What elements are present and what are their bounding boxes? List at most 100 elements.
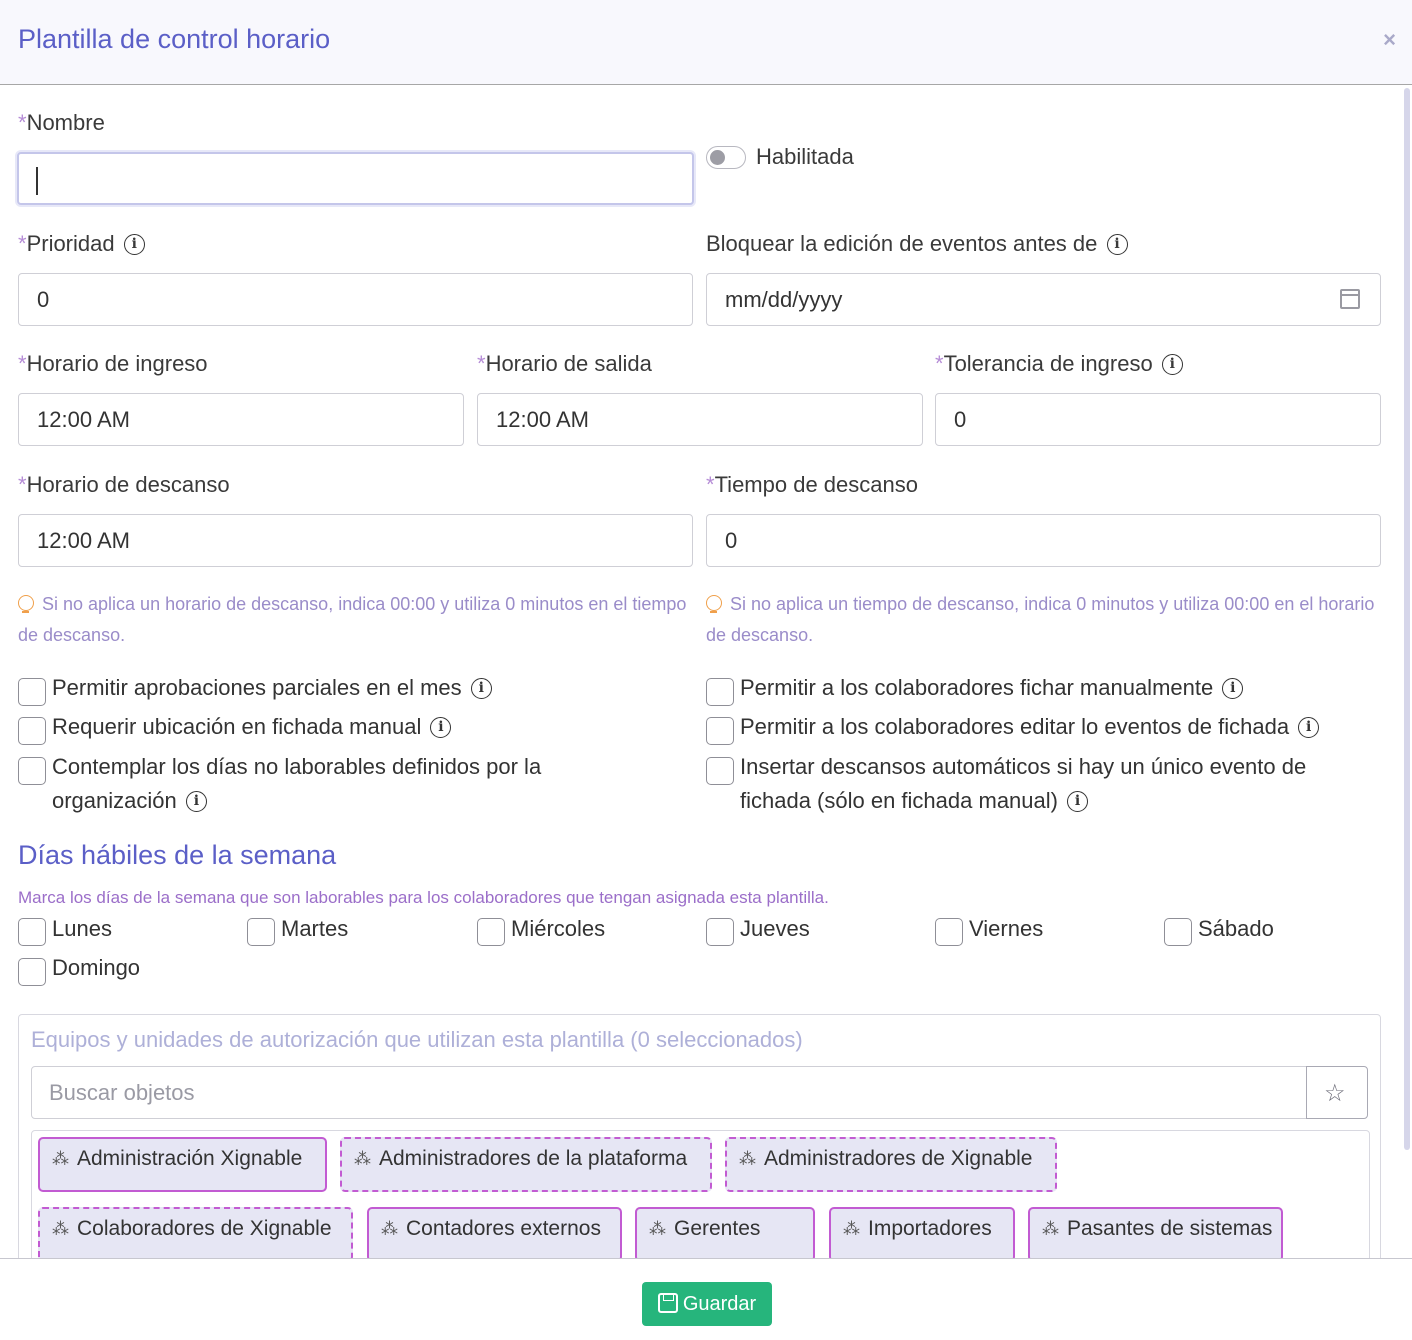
floppy-disk-icon <box>657 1293 678 1313</box>
close-button[interactable]: × <box>1383 27 1396 53</box>
manual-clock-text: Permitir a los colaboradores fichar manu… <box>740 675 1214 700</box>
non-working-days-label-line1: Contemplar los días no laborables defini… <box>52 754 542 779</box>
info-icon[interactable]: i <box>1067 791 1089 812</box>
weekdays-subtitle: Marca los días de la semana que son labo… <box>18 888 829 907</box>
manual-clock-label: Permitir a los colaboradores fichar manu… <box>740 671 1244 705</box>
team-tag[interactable]: ⁂ Administradores de Xignable <box>725 1137 1057 1192</box>
auto-breaks-checkbox[interactable] <box>706 757 734 785</box>
partial-approvals-checkbox[interactable] <box>18 678 46 706</box>
entry-time-input[interactable]: 12:00 AM <box>18 393 464 446</box>
weekdays-title: Días hábiles de la semana <box>18 840 337 870</box>
info-icon[interactable]: i <box>470 678 492 699</box>
required-mark: * <box>18 351 27 376</box>
entry-time-label: *Horario de ingreso <box>18 351 208 377</box>
team-icon: ⁂ <box>1042 1219 1059 1238</box>
team-tag-label: Administración Xignable <box>77 1147 303 1170</box>
require-location-checkbox[interactable] <box>18 717 46 745</box>
day-label-miercoles: Miércoles <box>511 916 606 941</box>
required-mark: * <box>477 351 486 376</box>
calendar-icon[interactable] <box>1340 289 1360 309</box>
team-tag[interactable]: ⁂ Administración Xignable <box>38 1137 327 1192</box>
team-icon: ⁂ <box>354 1149 371 1168</box>
auto-breaks-text: fichada (sólo en fichada manual) <box>740 788 1058 813</box>
break-duration-value: 0 <box>725 528 738 553</box>
break-time-hint: Si no aplica un horario de descanso, ind… <box>18 589 688 651</box>
team-tag[interactable]: ⁂ Importadores <box>829 1207 1015 1262</box>
edit-events-label: Permitir a los colaboradores editar lo e… <box>740 710 1320 744</box>
edit-events-text: Permitir a los colaboradores editar lo e… <box>740 714 1290 739</box>
auto-breaks-label-line1: Insertar descansos automáticos si hay un… <box>740 754 1307 779</box>
day-label-lunes: Lunes <box>52 916 112 941</box>
break-duration-input[interactable]: 0 <box>706 514 1381 567</box>
break-time-label-text: Horario de descanso <box>26 472 230 497</box>
lock-date-input[interactable]: mm/dd/yyyy <box>706 273 1381 326</box>
scrollbar[interactable] <box>1404 88 1410 1150</box>
name-input[interactable] <box>17 152 694 205</box>
required-mark: * <box>18 472 27 497</box>
priority-label-text: Prioridad <box>26 231 115 256</box>
lightbulb-icon <box>706 595 722 613</box>
required-mark: * <box>706 472 715 497</box>
non-working-days-checkbox[interactable] <box>18 757 46 785</box>
day-checkbox-sabado[interactable] <box>1164 918 1192 946</box>
day-checkbox-viernes[interactable] <box>935 918 963 946</box>
break-duration-hint-text: Si no aplica un tiempo de descanso, indi… <box>706 594 1375 645</box>
team-icon: ⁂ <box>381 1219 398 1238</box>
team-tag-label: Administradores de Xignable <box>764 1147 1033 1170</box>
teams-search-input[interactable]: Buscar objetos <box>31 1066 1307 1119</box>
required-mark: * <box>18 231 27 256</box>
info-icon[interactable]: i <box>1298 717 1320 738</box>
exit-time-input[interactable]: 12:00 AM <box>477 393 923 446</box>
info-icon[interactable]: i <box>1161 354 1183 375</box>
modal-title: Plantilla de control horario <box>18 24 331 54</box>
tolerance-value: 0 <box>954 407 967 432</box>
priority-input[interactable]: 0 <box>18 273 693 326</box>
team-icon: ⁂ <box>649 1219 666 1238</box>
break-duration-hint: Si no aplica un tiempo de descanso, indi… <box>706 589 1376 651</box>
date-placeholder: mm/dd/yyyy <box>725 287 843 312</box>
info-icon[interactable]: i <box>1106 234 1128 255</box>
team-tag[interactable]: ⁂ Contadores externos <box>367 1207 622 1262</box>
team-tag[interactable]: ⁂ Pasantes de sistemas <box>1028 1207 1283 1262</box>
required-mark: * <box>18 110 27 135</box>
day-checkbox-jueves[interactable] <box>706 918 734 946</box>
partial-approvals-label: Permitir aprobaciones parciales en el me… <box>52 671 492 705</box>
break-time-label: *Horario de descanso <box>18 472 230 498</box>
info-icon[interactable]: i <box>1222 678 1244 699</box>
lock-date-label: Bloquear la edición de eventos antes de … <box>706 231 1128 257</box>
lock-date-label-text: Bloquear la edición de eventos antes de <box>706 231 1098 256</box>
enabled-toggle[interactable] <box>706 146 746 169</box>
day-label-martes: Martes <box>281 916 349 941</box>
tolerance-input[interactable]: 0 <box>935 393 1381 446</box>
team-tag[interactable]: ⁂ Gerentes <box>635 1207 815 1262</box>
manual-clock-checkbox[interactable] <box>706 678 734 706</box>
save-button[interactable]: Guardar <box>642 1282 772 1326</box>
modal-footer: Guardar <box>0 1258 1412 1340</box>
toggle-knob <box>710 150 725 165</box>
require-location-text: Requerir ubicación en fichada manual <box>52 714 422 739</box>
day-label-viernes: Viernes <box>969 916 1044 941</box>
day-checkbox-miercoles[interactable] <box>477 918 505 946</box>
team-tag[interactable]: ⁂ Administradores de la plataforma <box>340 1137 712 1192</box>
info-icon[interactable]: i <box>185 791 207 812</box>
enabled-label: Habilitada <box>756 144 854 169</box>
team-icon: ⁂ <box>52 1149 69 1168</box>
day-label-domingo: Domingo <box>52 955 141 980</box>
break-time-input[interactable]: 12:00 AM <box>18 514 693 567</box>
team-tag-label: Gerentes <box>674 1217 761 1240</box>
team-tag-label: Pasantes de sistemas <box>1067 1217 1273 1240</box>
team-icon: ⁂ <box>52 1219 69 1238</box>
require-location-label: Requerir ubicación en fichada manual i <box>52 710 452 744</box>
team-icon: ⁂ <box>739 1149 756 1168</box>
day-checkbox-martes[interactable] <box>247 918 275 946</box>
info-icon[interactable]: i <box>123 234 145 255</box>
day-label-sabado: Sábado <box>1198 916 1274 941</box>
day-checkbox-lunes[interactable] <box>18 918 46 946</box>
break-time-value: 12:00 AM <box>37 528 130 553</box>
priority-value: 0 <box>37 287 50 312</box>
edit-events-checkbox[interactable] <box>706 717 734 745</box>
day-checkbox-domingo[interactable] <box>18 958 46 986</box>
favorites-filter-button[interactable]: ☆ <box>1306 1066 1368 1119</box>
team-tag[interactable]: ⁂ Colaboradores de Xignable <box>38 1207 353 1262</box>
info-icon[interactable]: i <box>430 717 452 738</box>
